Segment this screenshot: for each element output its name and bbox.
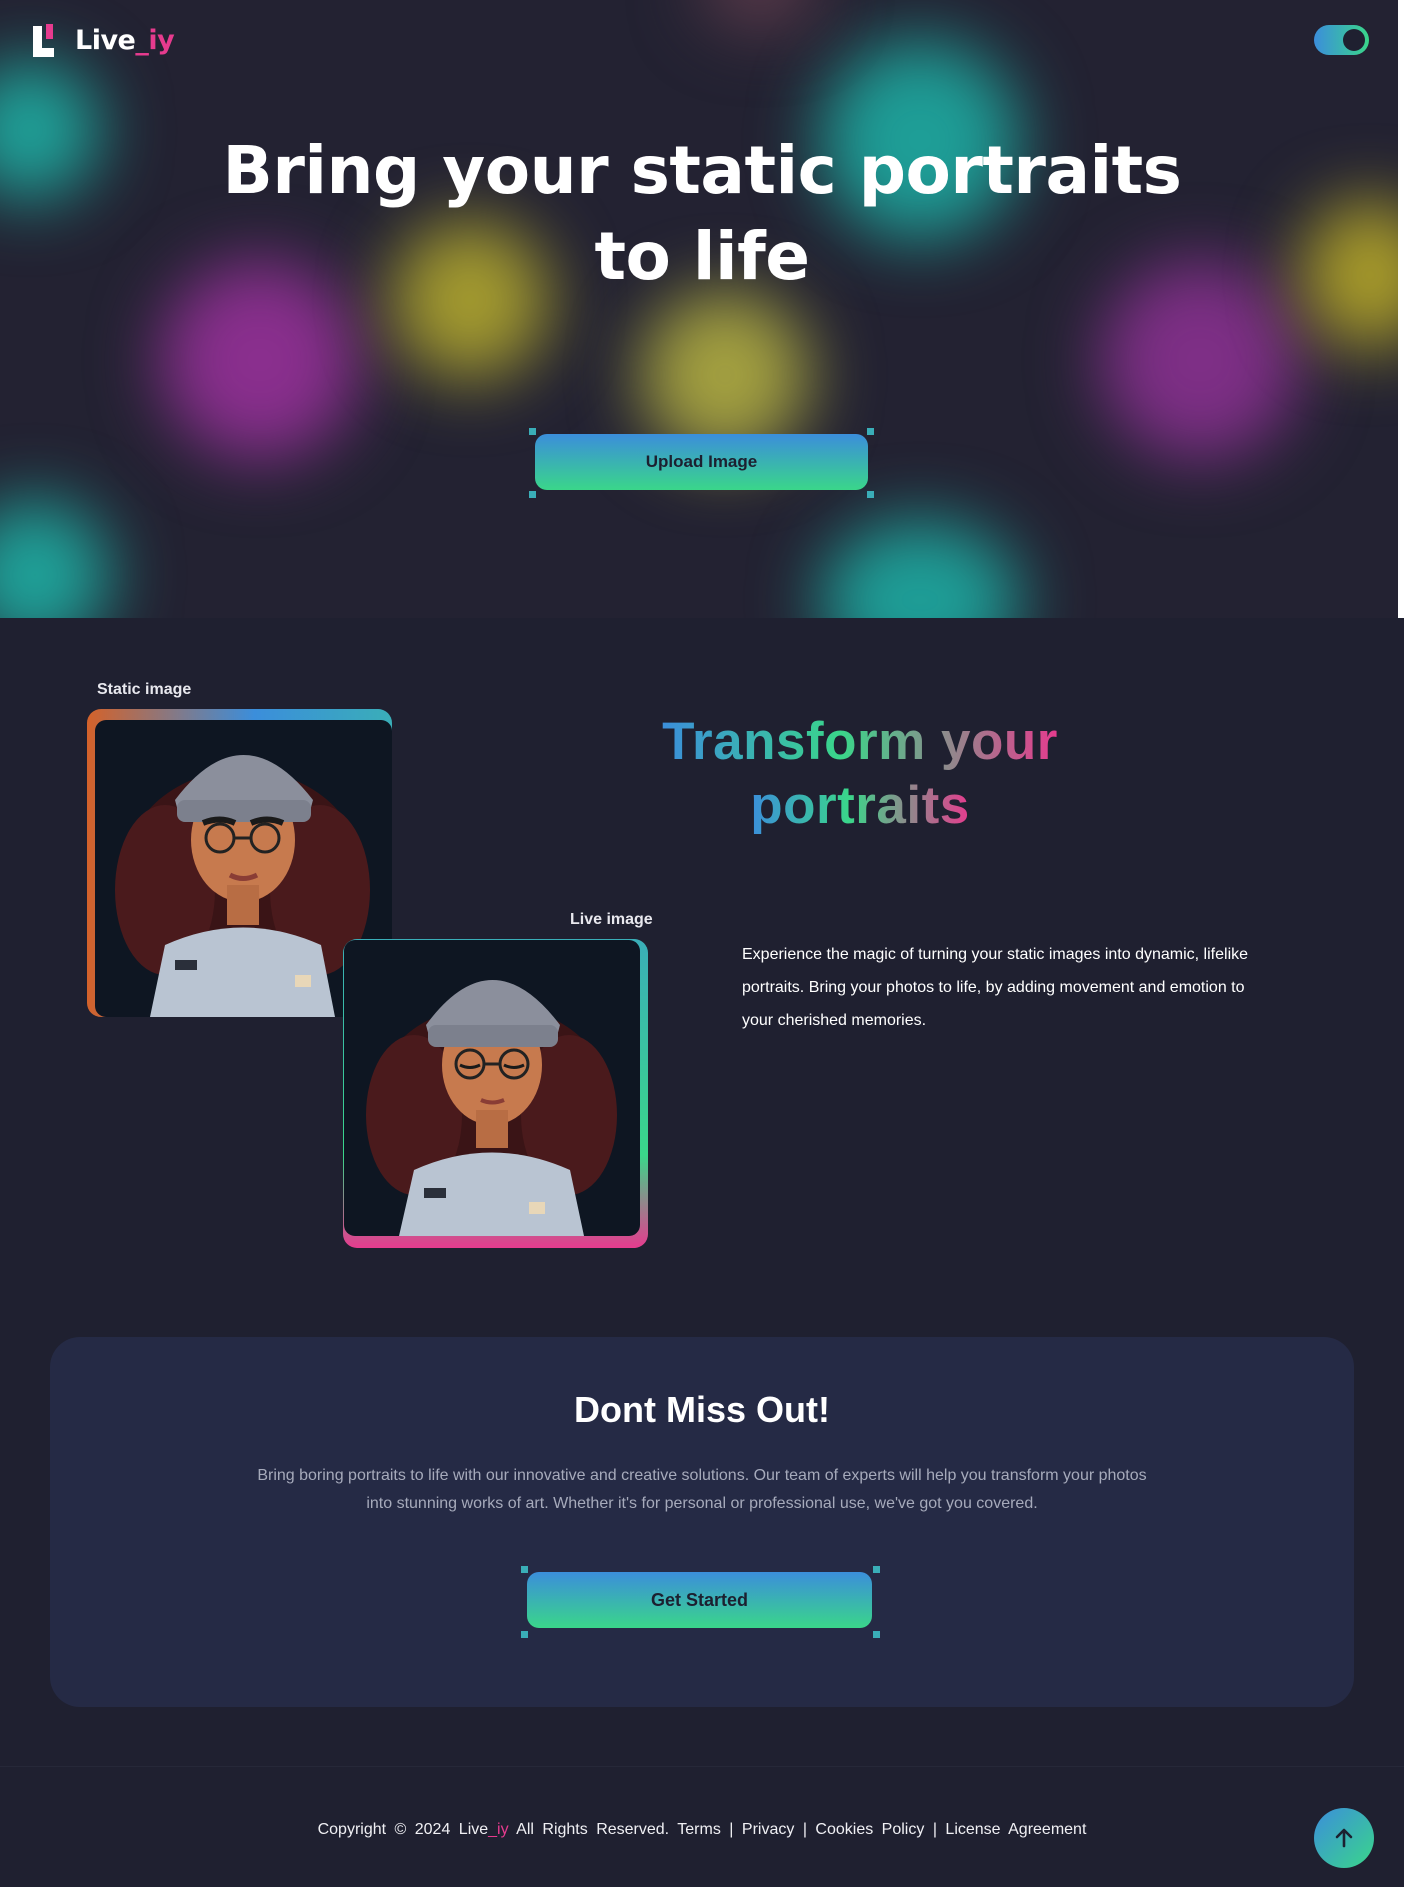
- toggle-icon: [1343, 29, 1365, 51]
- scroll-edge: [1398, 0, 1404, 618]
- static-image-label: Static image: [97, 681, 192, 698]
- footer: Copyright © 2024 Live_iy All Rights Rese…: [0, 1766, 1404, 1887]
- arrow-up-icon: [1335, 1828, 1353, 1848]
- promo-title: Dont Miss Out!: [574, 1389, 830, 1430]
- bokeh-light: [0, 500, 110, 618]
- get-started-button[interactable]: Get Started: [527, 1572, 872, 1628]
- brand-name: Live_iy: [75, 25, 175, 56]
- footer-link-terms[interactable]: Terms: [677, 1821, 721, 1838]
- footer-link-license-agreement[interactable]: License Agreement: [945, 1821, 1086, 1838]
- footer-link-privacy[interactable]: Privacy: [742, 1821, 794, 1838]
- bokeh-light: [700, 0, 820, 30]
- transform-description: Experience the magic of turning your sta…: [742, 946, 1249, 1029]
- live-portrait-image: [366, 980, 617, 1236]
- logo-icon: [33, 24, 55, 57]
- bokeh-light: [820, 520, 1020, 618]
- scroll-to-top-button[interactable]: [1314, 1808, 1374, 1868]
- live-image-frame: [343, 939, 648, 1248]
- upload-image-button[interactable]: Upload Image: [535, 434, 868, 490]
- promo-description: Bring boring portraits to life with our …: [257, 1467, 1147, 1512]
- live-image-label: Live image: [570, 911, 653, 928]
- footer-link-cookies-policy[interactable]: Cookies Policy: [815, 1821, 924, 1838]
- theme-toggle[interactable]: [1314, 25, 1369, 55]
- transform-title: Transform your portraits: [662, 712, 1058, 835]
- hero-section: Live_iy Bring your static portraits to li…: [0, 0, 1404, 618]
- get-started-button-wrapper: Get Started: [521, 1566, 880, 1638]
- upload-button-wrapper: Upload Image: [529, 428, 874, 498]
- brand-logo[interactable]: Live_iy: [33, 24, 175, 57]
- hero-title: Bring your static portraits to life: [222, 132, 1182, 295]
- footer-copyright: Copyright © 2024 Live_iy All Rights Rese…: [317, 1821, 1087, 1838]
- promo-card: Dont Miss Out! Bring boring portraits to…: [50, 1337, 1354, 1707]
